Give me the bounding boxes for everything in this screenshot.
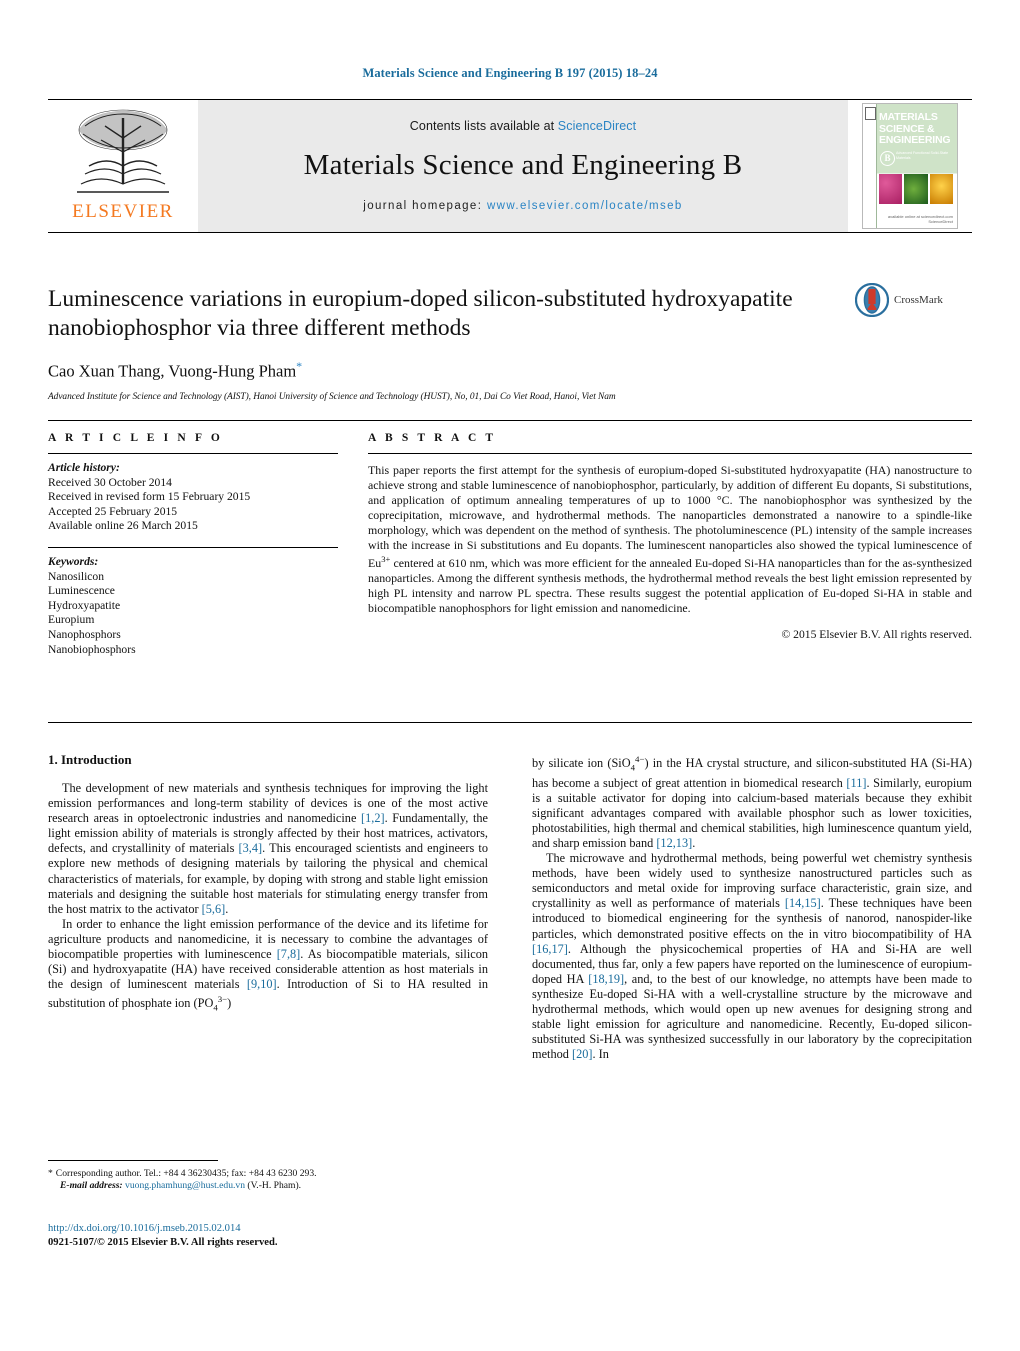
body-paragraph: by silicate ion (SiO44−) in the HA cryst… xyxy=(532,754,972,851)
footnote-corresponding-text: Corresponding author. Tel.: +84 4 362304… xyxy=(55,1168,317,1179)
issn-copyright-line: 0921-5107/© 2015 Elsevier B.V. All right… xyxy=(48,1236,278,1248)
page-title: Luminescence variations in europium-dope… xyxy=(48,286,793,341)
author-list: Cao Xuan Thang, Vuong-Hung Pham* xyxy=(48,359,838,382)
footnote-email-line: E-mail address: vuong.phamhung@hust.edu.… xyxy=(48,1180,488,1192)
journal-homepage-line: journal homepage: www.elsevier.com/locat… xyxy=(363,200,682,212)
keywords-label: Keywords: xyxy=(48,554,99,568)
keywords-divider xyxy=(48,546,338,548)
cover-photo-3 xyxy=(929,174,953,204)
body-left-column: 1. Introduction The development of new m… xyxy=(48,752,488,1062)
divider-above-body xyxy=(48,722,972,723)
body-columns: 1. Introduction The development of new m… xyxy=(48,752,972,1062)
cover-publisher-mark xyxy=(865,107,876,120)
footnote-divider xyxy=(48,1160,218,1161)
article-history-block: Article history: Received 30 October 201… xyxy=(48,461,338,534)
paper-page: Materials Science and Engineering B 197 … xyxy=(0,0,1020,1351)
keyword-item: Nanosilicon xyxy=(48,569,105,583)
cover-image: MATERIALS SCIENCE & ENGINEERING B Advanc… xyxy=(862,103,958,229)
sciencedirect-link[interactable]: ScienceDirect xyxy=(558,119,636,133)
homepage-url-link[interactable]: www.elsevier.com/locate/mseb xyxy=(487,200,683,212)
keyword-item: Europium xyxy=(48,613,95,627)
running-head: Materials Science and Engineering B 197 … xyxy=(362,66,658,80)
journal-title: Materials Science and Engineering B xyxy=(303,148,743,181)
cover-footer-text: available online at sciencedirect.com Sc… xyxy=(887,214,953,224)
cover-photo-strip xyxy=(879,174,953,204)
contents-available-line: Contents lists available at ScienceDirec… xyxy=(410,119,636,133)
abstract-text: This paper reports the first attempt for… xyxy=(368,463,972,616)
cover-title-line3: ENGINEERING xyxy=(879,134,951,146)
elsevier-wordmark: ELSEVIER xyxy=(72,201,174,222)
article-history-label: Article history: xyxy=(48,461,120,474)
email-link[interactable]: vuong.phamhung@hust.edu.vn xyxy=(125,1180,245,1191)
journal-cover-thumbnail: MATERIALS SCIENCE & ENGINEERING B Advanc… xyxy=(848,100,972,232)
history-item: Accepted 25 February 2015 xyxy=(48,504,178,518)
keyword-item: Luminescence xyxy=(48,584,115,598)
abstract-heading: A B S T R A C T xyxy=(368,432,497,444)
keyword-item: Nanobiophosphors xyxy=(48,642,136,656)
body-paragraph: The microwave and hydrothermal methods, … xyxy=(532,851,972,1062)
keyword-item: Hydroxyapatite xyxy=(48,598,121,612)
cover-left-bar xyxy=(863,104,877,228)
cover-series-badge: B xyxy=(880,151,895,166)
history-item: Received 30 October 2014 xyxy=(48,475,172,489)
article-info-divider xyxy=(48,453,338,454)
keyword-item: Nanophosphors xyxy=(48,627,121,641)
crossmark-label: CrossMark xyxy=(894,294,943,306)
doi-link[interactable]: http://dx.doi.org/10.1016/j.mseb.2015.02… xyxy=(48,1222,488,1236)
section-heading-introduction: 1. Introduction xyxy=(48,752,132,767)
doi-block: http://dx.doi.org/10.1016/j.mseb.2015.02… xyxy=(48,1222,488,1249)
abstract-divider xyxy=(368,453,972,454)
cover-series-subtitle: Advanced Functional Solid-State Material… xyxy=(896,151,949,160)
history-item: Available online 26 March 2015 xyxy=(48,519,198,533)
abstract-copyright: © 2015 Elsevier B.V. All rights reserved… xyxy=(781,628,972,642)
article-info-heading: A R T I C L E I N F O xyxy=(48,432,223,444)
divider-above-abstract xyxy=(48,420,972,421)
body-paragraph: The development of new materials and syn… xyxy=(48,781,488,916)
footnote-block: * Corresponding author. Tel.: +84 4 36230… xyxy=(48,1168,488,1192)
elsevier-tree-icon xyxy=(77,109,169,193)
cover-title: MATERIALS SCIENCE & ENGINEERING xyxy=(879,111,954,147)
crossmark-badge[interactable]: CrossMark xyxy=(855,283,943,317)
journal-banner: ELSEVIER Contents lists available at Sci… xyxy=(48,99,972,233)
body-paragraph: In order to enhance the light emission p… xyxy=(48,916,489,1013)
affiliation: Advanced Institute for Science and Techn… xyxy=(48,391,616,402)
cover-photo-1 xyxy=(879,174,903,204)
cover-title-line1: MATERIALS xyxy=(879,111,938,123)
author-names: Cao Xuan Thang, Vuong-Hung Pham xyxy=(48,361,297,381)
keywords-block: Keywords: Nanosilicon Luminescence Hydro… xyxy=(48,555,338,657)
email-owner: (V.-H. Pham). xyxy=(247,1180,302,1192)
elsevier-logo: ELSEVIER xyxy=(48,100,198,232)
cover-photo-2 xyxy=(904,174,928,204)
crossmark-icon[interactable] xyxy=(855,283,889,317)
body-right-column: by silicate ion (SiO44−) in the HA cryst… xyxy=(532,752,972,1062)
abstract-column: A B S T R A C T This paper reports the f… xyxy=(368,432,972,657)
info-abstract-row: A R T I C L E I N F O Article history: R… xyxy=(48,432,972,657)
article-info-column: A R T I C L E I N F O Article history: R… xyxy=(48,432,338,657)
footnote-star: * xyxy=(48,1168,53,1179)
banner-center: Contents lists available at ScienceDirec… xyxy=(198,100,848,232)
corresponding-author-marker: * xyxy=(296,359,303,373)
footnote-corresponding-line: * Corresponding author. Tel.: +84 4 36230… xyxy=(48,1168,488,1180)
homepage-prefix: journal homepage: xyxy=(363,199,483,212)
history-item: Received in revised form 15 February 201… xyxy=(48,490,251,504)
title-block: Luminescence variations in europium-dope… xyxy=(48,285,838,402)
email-address-label: E-mail address: xyxy=(60,1180,123,1192)
contents-prefix: Contents lists available at xyxy=(409,118,558,133)
